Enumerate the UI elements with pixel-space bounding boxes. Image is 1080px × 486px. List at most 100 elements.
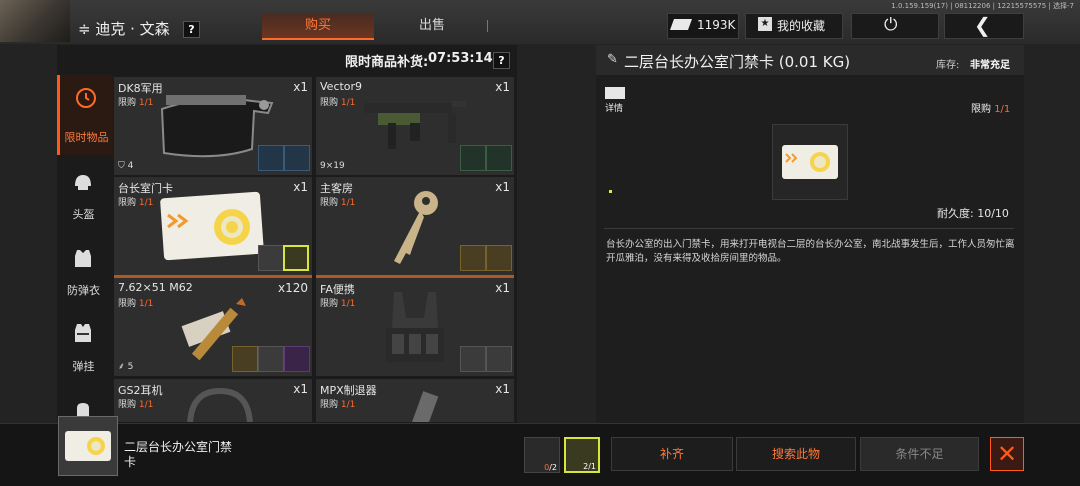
- status-dot: [609, 190, 612, 193]
- keycard-icon: [65, 431, 111, 461]
- attachment-slot[interactable]: [486, 346, 512, 372]
- item-card[interactable]: 主客房 x1 限购 1/1: [316, 177, 514, 278]
- tab-buy[interactable]: 购买: [262, 14, 374, 40]
- item-qty: x1: [293, 382, 308, 396]
- selected-item-name: 二层台长办公室门禁卡: [124, 440, 233, 469]
- detail-title: 二层台长办公室门禁卡 (0.01 KG): [624, 53, 851, 71]
- item-limit: 限购 1/1: [320, 299, 356, 309]
- stock-label: 库存:: [936, 60, 960, 71]
- item-card[interactable]: 7.62×51 M62 x120 限购 1/1 ⸙ 5: [114, 278, 312, 376]
- attachment-slot[interactable]: [460, 145, 486, 171]
- item-card[interactable]: FA便携 x1 限购 1/1: [316, 278, 514, 376]
- key-icon: [394, 191, 438, 264]
- keycard-icon: [782, 145, 838, 179]
- detail-limit: 限购 1/1: [971, 104, 1011, 115]
- search-item-button[interactable]: 搜索此物: [736, 437, 856, 471]
- category-helmet[interactable]: 头盔: [57, 160, 110, 234]
- item-name: 主客房: [320, 182, 353, 195]
- version-text: 1.0.159.159(17) | 08112206 | 12215575575…: [891, 2, 1074, 10]
- attachment-slot[interactable]: [232, 346, 258, 372]
- star-icon: ★: [758, 17, 772, 31]
- smg-icon: [364, 101, 466, 149]
- item-qty: x1: [293, 180, 308, 194]
- requirement-count: 0/2: [544, 463, 557, 472]
- attachment-slot[interactable]: [258, 145, 284, 171]
- attachment-slot[interactable]: [284, 346, 310, 372]
- chest-rig-icon: [386, 292, 444, 362]
- stock-value: 非常充足: [970, 60, 1010, 71]
- item-qty: x1: [495, 180, 510, 194]
- item-name: FA便携: [320, 283, 355, 296]
- requirement-slot[interactable]: 0/2: [524, 437, 560, 473]
- help-icon[interactable]: ?: [183, 21, 200, 38]
- requirement-count: 2/1: [583, 462, 596, 471]
- category-label: 限时物品: [64, 131, 109, 144]
- insufficient-condition-button[interactable]: 条件不足: [860, 437, 979, 471]
- item-qty: x1: [495, 80, 510, 94]
- item-name: 7.62×51 M62: [118, 281, 193, 294]
- details-icon[interactable]: [605, 87, 625, 99]
- item-limit: 限购 1/1: [320, 400, 356, 410]
- divider: [604, 228, 1014, 229]
- attachment-slot[interactable]: [460, 245, 486, 271]
- attachment-slot[interactable]: [486, 245, 512, 271]
- item-card[interactable]: MPX制退器 x1 限购 1/1: [316, 379, 514, 422]
- item-qty: x1: [495, 281, 510, 295]
- requirement-slot-selected[interactable]: 2/1: [564, 437, 600, 473]
- item-card[interactable]: 台长室门卡 x1 限购 1/1: [114, 177, 312, 278]
- replenish-button[interactable]: 补齐: [611, 437, 733, 471]
- item-card[interactable]: DK8军用 x1 限购 1/1 ⛉ 4: [114, 77, 312, 175]
- close-button[interactable]: ✕: [990, 437, 1024, 471]
- bullet-icon: ⸙: [118, 362, 125, 372]
- attachment-slot[interactable]: [258, 346, 284, 372]
- attachment-slot-selected[interactable]: [283, 245, 309, 271]
- clock-icon: [76, 88, 96, 108]
- attachment-slot[interactable]: [460, 346, 486, 372]
- category-label: 头盔: [72, 208, 95, 221]
- attachment-slot[interactable]: [258, 245, 284, 271]
- rig-icon: [75, 324, 91, 342]
- detail-panel: [596, 45, 1024, 423]
- item-name: GS2耳机: [118, 384, 163, 397]
- item-limit: 限购 1/1: [118, 98, 154, 108]
- durability: 耐久度: 10/10: [937, 207, 1009, 220]
- item-limit: 限购 1/1: [320, 198, 356, 208]
- category-label: 弹挂: [72, 360, 95, 373]
- back-arrow-icon: ❮: [974, 13, 991, 37]
- category-limited[interactable]: 限时物品: [57, 75, 113, 155]
- item-limit: 限购 1/1: [118, 400, 154, 410]
- tab-divider: [487, 20, 488, 32]
- pin-icon: ✎: [607, 52, 618, 67]
- detail-thumbnail: [772, 124, 848, 200]
- tab-sell[interactable]: 出售: [376, 14, 488, 38]
- shield-icon: ⛉: [118, 161, 125, 171]
- category-rig[interactable]: 弹挂: [57, 310, 110, 384]
- favorites-label: 我的收藏: [777, 19, 826, 33]
- caliber: 9×19: [320, 161, 345, 171]
- restock-help-icon[interactable]: ?: [493, 52, 510, 69]
- headset-icon: [187, 387, 253, 422]
- item-card[interactable]: GS2耳机 x1 限购 1/1: [114, 379, 312, 422]
- restock-timer: 07:53:14: [428, 51, 493, 66]
- details-label[interactable]: 详情: [605, 101, 623, 114]
- item-qty: x1: [293, 80, 308, 94]
- item-name: Vector9: [320, 80, 363, 93]
- item-limit: 限购 1/1: [320, 98, 356, 108]
- item-description: 台长办公室的出入门禁卡，用来打开电视台二层的台长办公室，南北战事发生后，工作人员…: [606, 239, 1015, 264]
- attachment-slot[interactable]: [486, 145, 512, 171]
- power-icon: ⏻: [884, 15, 898, 35]
- category-vest[interactable]: 防弹衣: [57, 235, 110, 309]
- armor-class: ⛉ 4: [118, 161, 134, 171]
- item-qty: x1: [495, 382, 510, 396]
- helmet-icon: [75, 175, 91, 190]
- attachment-slot[interactable]: [284, 145, 310, 171]
- item-card[interactable]: Vector9 x1 限购 1/1 9×19: [316, 77, 514, 175]
- restock-label: 限时商品补货:: [345, 55, 429, 70]
- penetration-level: ⸙ 5: [118, 362, 134, 372]
- item-name: MPX制退器: [320, 384, 377, 397]
- player-avatar[interactable]: [0, 0, 70, 42]
- currency-value: 1193K: [697, 18, 736, 32]
- item-limit: 限购 1/1: [118, 198, 154, 208]
- muzzle-brake-icon: [411, 391, 439, 422]
- category-more[interactable]: [57, 388, 110, 422]
